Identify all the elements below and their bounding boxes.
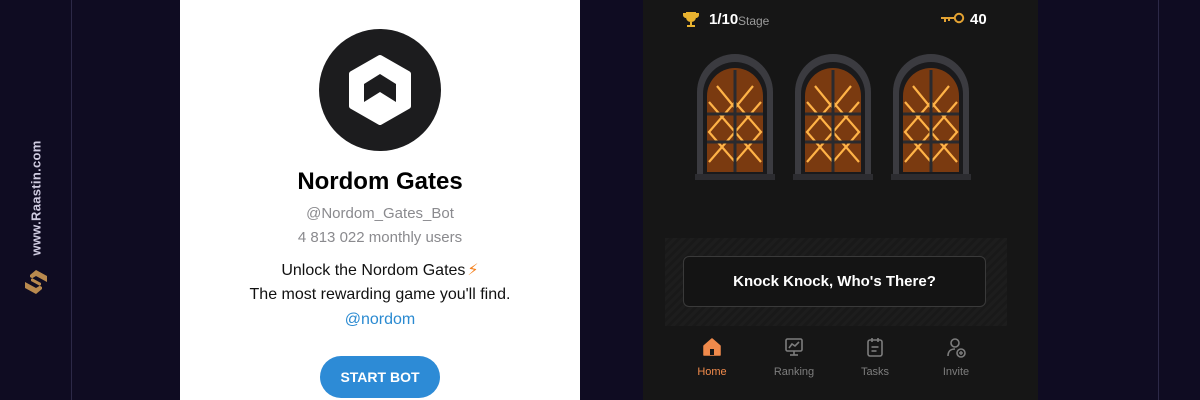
brand-logo-icon: [25, 270, 47, 294]
gate-3[interactable]: [891, 52, 971, 180]
bot-avatar: [319, 29, 441, 151]
gate-2[interactable]: [793, 52, 873, 180]
knock-button[interactable]: Knock Knock, Who's There?: [683, 256, 986, 307]
game-header: 1/10 Stage 40: [643, 0, 1038, 40]
bot-profile-card: Nordom Gates @Nordom_Gates_Bot 4 813 022…: [180, 0, 580, 400]
channel-link[interactable]: @nordom: [180, 311, 580, 329]
trophy-icon: [683, 12, 699, 27]
tab-ranking-label: Ranking: [773, 366, 815, 378]
key-icon: [941, 12, 965, 24]
bot-monthly-users: 4 813 022 monthly users: [297, 229, 463, 246]
bot-description-line1: Unlock the Nordom Gates ⚡: [180, 260, 580, 280]
bot-description-line2: The most rewarding game you'll find.: [249, 286, 511, 303]
tab-home[interactable]: Home: [677, 336, 747, 390]
frame-line-right: [1158, 0, 1159, 400]
tab-invite-label: Invite: [942, 366, 970, 378]
tasks-icon: [867, 338, 883, 357]
home-icon: [703, 338, 721, 356]
gate-1[interactable]: [695, 52, 775, 180]
stage-label: Stage: [738, 14, 770, 28]
bot-handle: @Nordom_Gates_Bot: [306, 205, 454, 222]
tab-tasks-label: Tasks: [860, 366, 890, 378]
tab-home-label: Home: [697, 366, 727, 378]
invite-icon: [947, 338, 966, 358]
description-line1-text: Unlock the Nordom Gates: [281, 262, 466, 279]
card-top-edge: [180, 0, 580, 4]
tab-ranking[interactable]: Ranking: [759, 336, 829, 390]
hexagon-logo-icon: [349, 55, 411, 125]
key-count: 40: [970, 11, 987, 28]
stage-count: 1/10: [709, 11, 739, 28]
bot-name: Nordom Gates: [297, 168, 463, 195]
game-screen: 1/10 Stage 40 Knock Knock, Who's There? …: [643, 0, 1038, 400]
bottom-tab-bar: Home Ranking Tasks Invite: [643, 330, 1038, 400]
start-bot-button[interactable]: START BOT: [320, 356, 440, 398]
brand-watermark: www.Raastin.com: [0, 0, 72, 400]
lightning-icon: ⚡: [467, 262, 479, 279]
ranking-icon: [785, 338, 803, 356]
tab-tasks[interactable]: Tasks: [840, 336, 910, 390]
tab-invite[interactable]: Invite: [921, 336, 991, 390]
brand-site-text: www.Raastin.com: [28, 140, 44, 256]
